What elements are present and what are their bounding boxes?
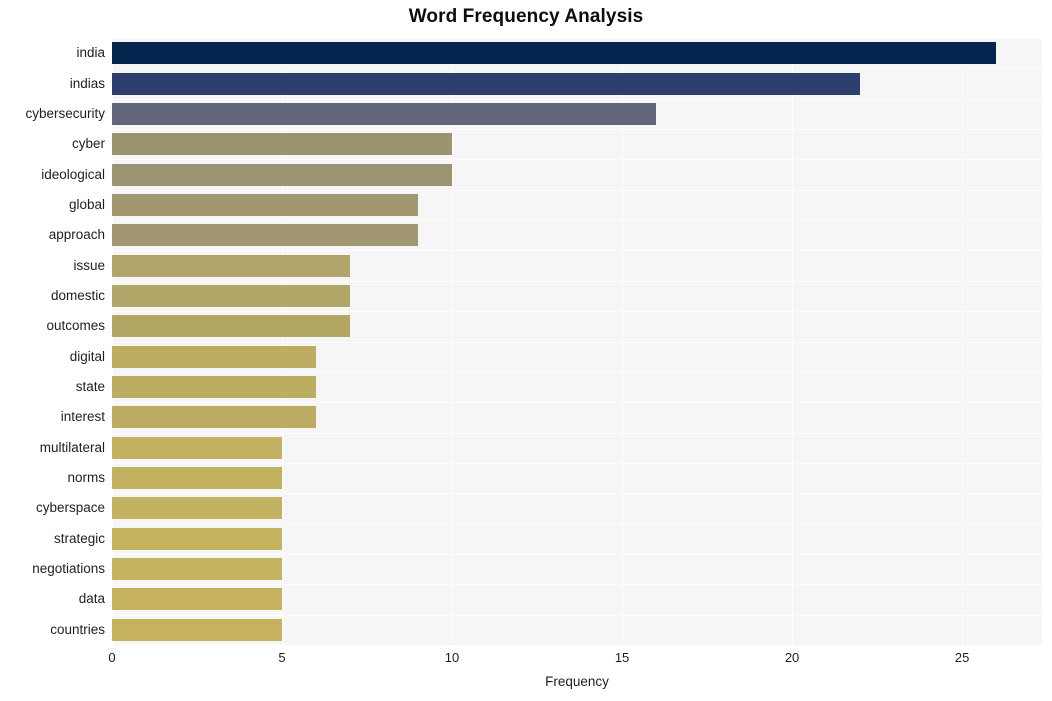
x-axis-tick-label: 25 (954, 650, 970, 665)
chart-figure: Word Frequency Analysis india indias cyber… (0, 0, 1052, 701)
y-gridline (112, 584, 1042, 585)
y-gridline (112, 68, 1042, 69)
x-axis-tick-label: 10 (444, 650, 460, 665)
y-gridline (112, 463, 1042, 464)
y-axis-tick-label: india (76, 45, 105, 60)
y-axis-tick-label: negotiations (32, 561, 105, 576)
chart-title: Word Frequency Analysis (408, 6, 644, 27)
bar (112, 406, 317, 428)
y-gridline (112, 159, 1042, 160)
y-axis-tick-label: multilateral (39, 440, 105, 455)
bar (112, 73, 861, 95)
x-axis-tick-label: 0 (108, 650, 116, 665)
bar (112, 285, 351, 307)
bar (112, 558, 283, 580)
bar (112, 103, 657, 125)
y-axis-tick-label: domestic (50, 288, 105, 303)
y-axis-tick-label: indias (69, 76, 105, 91)
bar (112, 376, 317, 398)
y-gridline (112, 311, 1042, 312)
y-axis-tick-label: approach (48, 227, 105, 242)
x-axis-tick-label: 20 (784, 650, 800, 665)
y-gridline (112, 645, 1042, 646)
y-axis-tick-label: strategic (53, 531, 105, 546)
x-axis-tick-label: 15 (614, 650, 630, 665)
y-gridline (112, 372, 1042, 373)
bar (112, 164, 453, 186)
y-axis-tick-label: interest (60, 409, 105, 424)
y-axis-tick-label: outcomes (46, 318, 105, 333)
y-gridline (112, 433, 1042, 434)
y-gridline (112, 281, 1042, 282)
bar (112, 467, 283, 489)
y-gridline (112, 129, 1042, 130)
y-axis-tick-label: cyberspace (35, 500, 105, 515)
x-axis-label: Frequency (545, 674, 609, 689)
y-gridline (112, 99, 1042, 100)
y-gridline (112, 524, 1042, 525)
y-gridline (112, 493, 1042, 494)
y-gridline (112, 220, 1042, 221)
y-gridline (112, 38, 1042, 39)
bar (112, 588, 283, 610)
y-axis-tick-label: state (75, 379, 105, 394)
y-gridline (112, 402, 1042, 403)
bar (112, 619, 283, 641)
y-gridline (112, 554, 1042, 555)
bar (112, 42, 997, 64)
y-axis-tick-label: data (78, 591, 105, 606)
y-axis-tick-label: cyber (71, 136, 105, 151)
y-axis-tick-label: ideological (41, 167, 105, 182)
bar (112, 224, 419, 246)
bar (112, 255, 351, 277)
bar (112, 437, 283, 459)
y-axis-tick-label: global (68, 197, 105, 212)
bar (112, 133, 453, 155)
bar (112, 497, 283, 519)
bar (112, 528, 283, 550)
x-axis-tick-label: 5 (278, 650, 286, 665)
bar (112, 315, 351, 337)
bar (112, 346, 317, 368)
y-gridline (112, 615, 1042, 616)
y-axis-tick-label: issue (73, 258, 105, 273)
y-axis-tick-label: countries (50, 622, 105, 637)
y-gridline (112, 190, 1042, 191)
y-axis-tick-label: cybersecurity (25, 106, 105, 121)
bar (112, 194, 419, 216)
y-axis-tick-label: norms (67, 470, 105, 485)
y-axis-tick-label: digital (69, 349, 105, 364)
plot-area (112, 38, 1042, 646)
y-gridline (112, 342, 1042, 343)
y-gridline (112, 250, 1042, 251)
